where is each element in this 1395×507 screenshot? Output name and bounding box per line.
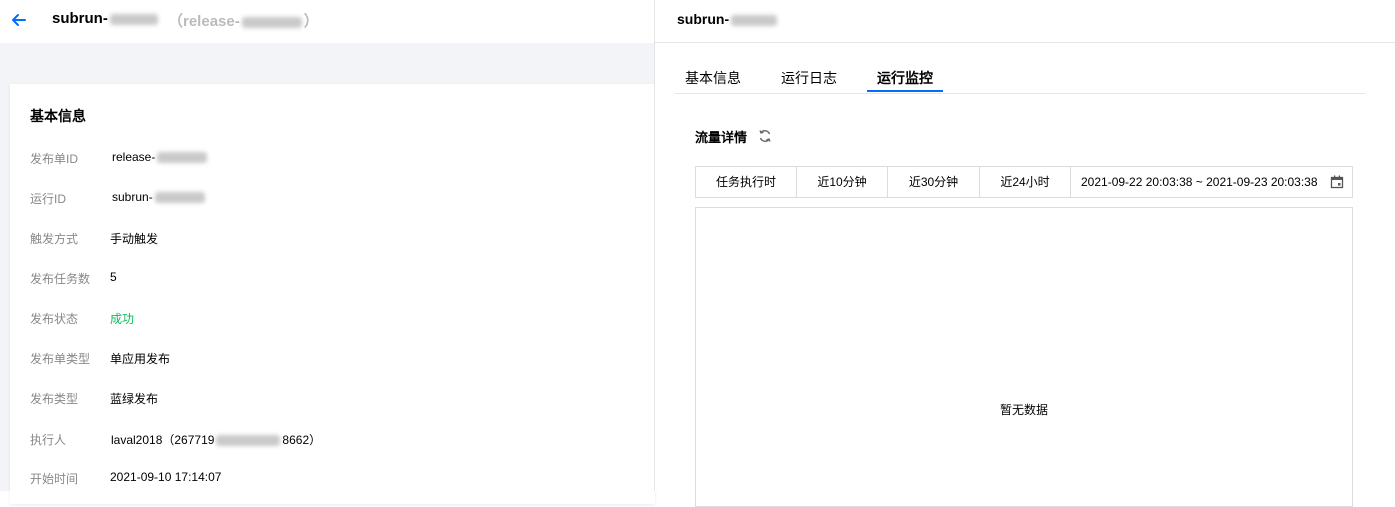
field-value: 蓝绿发布	[110, 392, 159, 406]
refresh-icon[interactable]	[758, 129, 772, 143]
field-value: 单应用发布	[110, 352, 171, 366]
field-value-text: release-	[112, 150, 156, 164]
field-value: subrun-	[112, 190, 207, 204]
filter-30min-button[interactable]: 近30分钟	[888, 167, 980, 197]
title-prefix: subrun-	[52, 10, 108, 27]
left-panel: subrun- （release- ） 基本信息 发布单ID release- 运…	[0, 0, 655, 504]
active-tab-indicator	[867, 90, 943, 92]
field-label: 触发方式	[30, 232, 79, 246]
page-title: subrun-	[52, 10, 160, 27]
field-value: laval2018（267719 8662）	[111, 431, 321, 448]
subtitle-prefix: （release-	[168, 13, 240, 30]
redacted-text	[241, 16, 302, 28]
field-label: 发布类型	[30, 392, 79, 406]
field-label: 执行人	[30, 433, 67, 447]
field-value-text: subrun-	[112, 190, 153, 204]
subtitle-suffix: ）	[303, 13, 319, 30]
drawer-title: subrun-	[677, 11, 779, 27]
filter-24h-button[interactable]: 近24小时	[980, 167, 1071, 197]
filter-task-time-button[interactable]: 任务执行时	[696, 167, 797, 197]
calendar-icon	[1330, 175, 1344, 189]
redacted-text	[154, 192, 205, 204]
redacted-text	[109, 13, 158, 25]
field-value: 2021-09-10 17:14:07	[110, 470, 222, 484]
date-range-text: 2021-09-22 20:03:38 ~ 2021-09-23 20:03:3…	[1081, 175, 1318, 189]
status-badge: 成功	[110, 312, 135, 326]
basic-info-card: 基本信息 发布单ID release- 运行ID subrun- 触发方式 手动…	[10, 84, 655, 504]
right-header: subrun-	[655, 0, 1395, 43]
arrow-left-icon[interactable]	[8, 9, 30, 31]
empty-state-text: 暂无数据	[999, 403, 1048, 417]
field-value-suffix: 8662）	[282, 433, 322, 447]
time-filter-group: 任务执行时 近10分钟 近30分钟 近24小时 2021-09-22 20:03…	[695, 166, 1353, 198]
field-label: 运行ID	[30, 192, 67, 206]
traffic-chart-area: 暂无数据	[695, 207, 1353, 507]
tab-run-monitor[interactable]: 运行监控	[877, 68, 933, 88]
tab-bar: 基本信息 运行日志 运行监控	[675, 66, 1365, 94]
page-subtitle: （release- ）	[168, 10, 319, 31]
field-value-text: laval2018（267719	[111, 433, 215, 447]
field-label: 开始时间	[30, 472, 79, 486]
tab-run-log[interactable]: 运行日志	[781, 68, 837, 88]
field-label: 发布状态	[30, 312, 79, 326]
field-value: 5	[110, 270, 117, 284]
field-value: 手动触发	[110, 232, 159, 246]
field-value: release-	[112, 150, 209, 164]
date-range-picker[interactable]: 2021-09-22 20:03:38 ~ 2021-09-23 20:03:3…	[1071, 167, 1352, 197]
tab-basic-info[interactable]: 基本信息	[685, 68, 741, 88]
card-title: 基本信息	[30, 108, 86, 124]
title-prefix: subrun-	[677, 11, 730, 27]
field-label: 发布单ID	[30, 152, 79, 166]
redacted-text	[216, 435, 281, 447]
redacted-text	[157, 152, 208, 164]
left-header: subrun- （release- ）	[0, 0, 655, 43]
filter-10min-button[interactable]: 近10分钟	[797, 167, 888, 197]
redacted-text	[731, 14, 778, 26]
right-panel: subrun- 基本信息 运行日志 运行监控 流量详情 任务执行时 近10分钟 …	[655, 0, 1395, 507]
field-label: 发布单类型	[30, 352, 91, 366]
section-title: 流量详情	[695, 130, 748, 145]
field-label: 发布任务数	[30, 272, 91, 286]
